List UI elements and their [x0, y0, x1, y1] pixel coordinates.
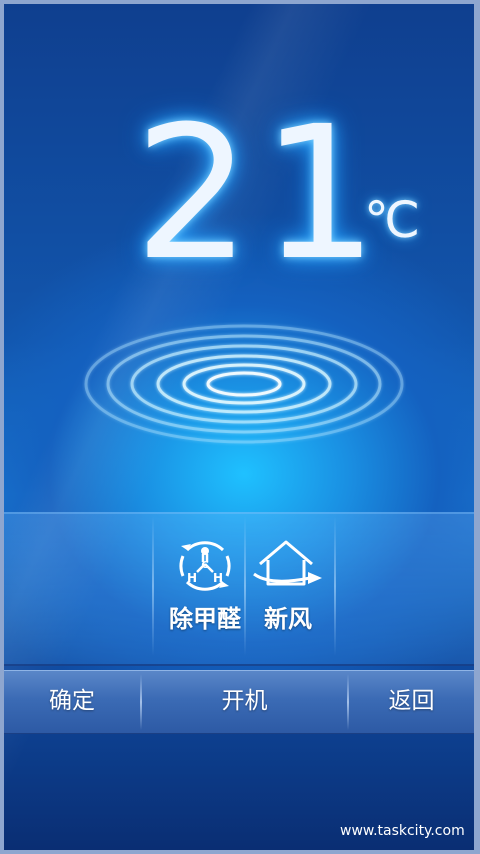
formaldehyde-removal-button[interactable]: C H H 除甲醛 — [163, 534, 247, 644]
back-button[interactable]: 返回 — [349, 670, 474, 732]
panel-divider — [152, 516, 154, 656]
ripple-wave-graphic — [84, 324, 404, 444]
svg-text:H: H — [187, 571, 197, 585]
watermark: www.taskcity.com — [340, 823, 465, 839]
temperature-unit: ℃ — [364, 191, 421, 249]
svg-text:H: H — [213, 571, 223, 585]
fresh-air-label: 新风 — [264, 605, 312, 633]
fresh-air-house-icon — [253, 540, 322, 586]
formaldehyde-removal-label: 除甲醛 — [169, 605, 241, 633]
panel-divider — [334, 516, 336, 656]
confirm-button[interactable]: 确定 — [4, 670, 140, 732]
formaldehyde-molecule-icon: C H H — [179, 541, 231, 591]
temperature-readout: 21 — [134, 87, 389, 301]
fresh-air-button[interactable]: 新风 — [246, 534, 330, 644]
thermostat-screen: 21 ℃ C H H 除甲醛 新风 确定 开机 返回 www.taskcity.… — [0, 0, 480, 854]
svg-text:C: C — [201, 560, 208, 571]
power-on-button[interactable]: 开机 — [142, 670, 347, 732]
